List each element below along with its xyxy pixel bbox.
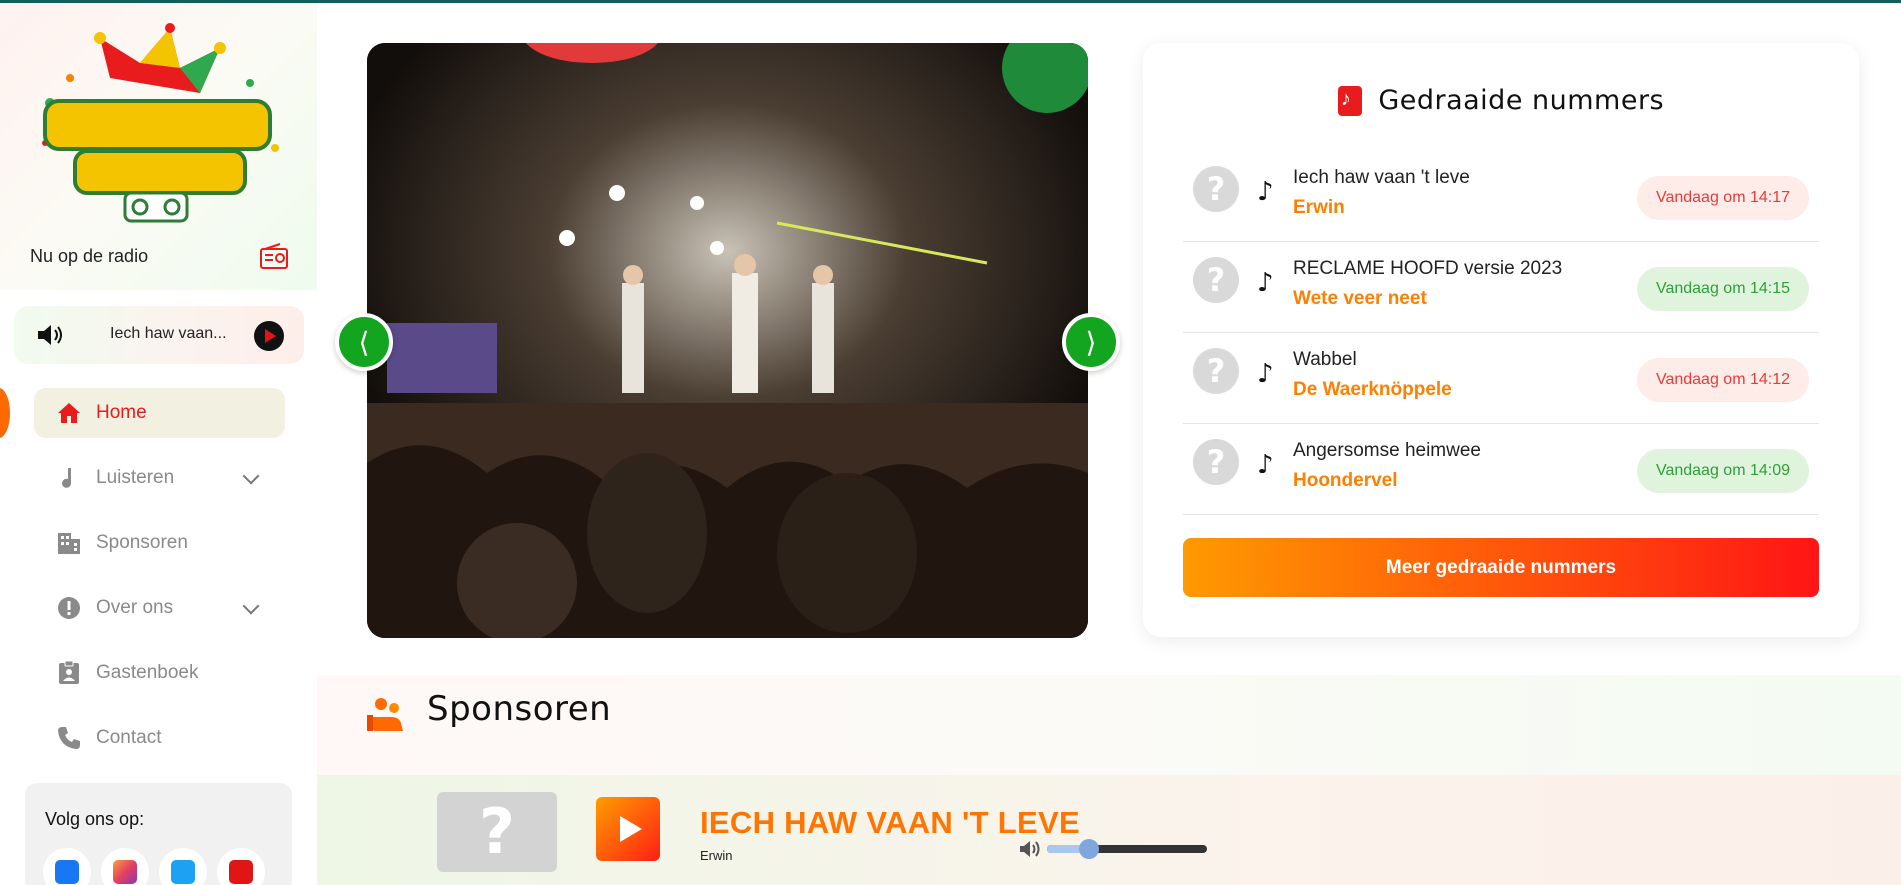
guestbook-icon xyxy=(59,660,79,684)
nav-item-label: Sponsoren xyxy=(96,532,188,553)
mini-player: Iech haw vaan... xyxy=(14,306,304,364)
chevron-down-icon[interactable] xyxy=(242,597,260,615)
music-note-icon: ♪ xyxy=(1257,359,1274,389)
mini-player-title: Iech haw vaan... xyxy=(110,325,227,342)
nav-item-over-ons[interactable]: Over ons xyxy=(34,583,285,633)
play-button[interactable] xyxy=(596,797,660,861)
sponsors-title: Sponsoren xyxy=(427,689,612,729)
music-note-icon: ♪ xyxy=(1257,268,1274,298)
speaker-icon[interactable] xyxy=(36,323,66,347)
slider-prev-button[interactable]: ⟨ xyxy=(335,313,393,371)
slider-next-button[interactable]: ⟩ xyxy=(1062,313,1120,371)
sponsors-section: Sponsoren xyxy=(317,675,1901,775)
played-tracks-title: Gedraaide nummers xyxy=(1378,85,1665,116)
phone-icon xyxy=(58,727,80,749)
radio-icon[interactable] xyxy=(260,243,288,269)
nav-item-home[interactable]: Home xyxy=(34,388,285,438)
carnavalradio-logo[interactable] xyxy=(30,23,285,223)
music-note-icon: ♪ xyxy=(1257,450,1274,480)
nav-item-label: Over ons xyxy=(96,597,174,618)
now-playing-title: IECH HAW VAAN 'T LEVE xyxy=(700,805,1080,840)
nav-item-contact[interactable]: Contact xyxy=(34,713,285,763)
volume-slider[interactable] xyxy=(1047,839,1207,859)
music-note-icon: ♪ xyxy=(1257,177,1274,207)
nav-item-sponsoren[interactable]: Sponsoren xyxy=(34,518,285,568)
volume-handle[interactable] xyxy=(1078,839,1099,859)
music-note-icon xyxy=(1337,85,1362,116)
track-artist: Hoondervel xyxy=(1293,470,1398,491)
track-time-badge: Vandaag om 14:15 xyxy=(1636,267,1809,311)
info-icon xyxy=(58,597,80,619)
youtube-icon xyxy=(229,860,253,884)
home-icon xyxy=(58,403,80,423)
audio-player-bar: ? IECH HAW VAAN 'T LEVE Erwin xyxy=(317,775,1901,885)
track-row[interactable]: ? ♪ Angersomse heimwee Hoondervel Vandaa… xyxy=(1183,424,1819,515)
unknown-cover-icon: ? xyxy=(1193,348,1239,394)
sidebar: Nu op de radio Iech haw vaan... Home Lui… xyxy=(0,3,317,885)
photo-slider xyxy=(367,43,1088,638)
chevron-left-icon: ⟨ xyxy=(358,326,370,358)
track-time-badge: Vandaag om 14:17 xyxy=(1636,176,1809,220)
track-artist: Erwin xyxy=(1293,197,1345,218)
youtube-link[interactable] xyxy=(217,848,265,885)
nav-item-gastenboek[interactable]: Gastenboek xyxy=(34,648,285,698)
track-time-badge: Vandaag om 14:12 xyxy=(1636,358,1809,402)
volume-icon[interactable] xyxy=(1018,839,1042,859)
track-row[interactable]: ? ♪ RECLAME HOOFD versie 2023 Wete veer … xyxy=(1183,242,1819,333)
twitter-icon xyxy=(171,860,195,884)
track-title: Iech haw vaan 't leve xyxy=(1293,167,1470,188)
track-row[interactable]: ? ♪ Wabbel De Waerknöppele Vandaag om 14… xyxy=(1183,333,1819,424)
more-played-tracks-button[interactable]: Meer gedraaide nummers xyxy=(1183,538,1819,597)
unknown-cover-icon: ? xyxy=(1193,439,1239,485)
track-title: Angersomse heimwee xyxy=(1293,440,1481,461)
track-time-badge: Vandaag om 14:09 xyxy=(1636,449,1809,493)
played-tracks-list: ? ♪ Iech haw vaan 't leve Erwin Vandaag … xyxy=(1183,151,1819,515)
nav-item-label: Luisteren xyxy=(96,467,175,488)
unknown-cover-icon: ? xyxy=(1193,166,1239,212)
social-links xyxy=(43,848,265,885)
played-tracks-card: Gedraaide nummers ? ♪ Iech haw vaan 't l… xyxy=(1143,43,1859,637)
track-row[interactable]: ? ♪ Iech haw vaan 't leve Erwin Vandaag … xyxy=(1183,151,1819,242)
instagram-icon xyxy=(113,860,137,884)
building-icon xyxy=(58,533,80,554)
instagram-link[interactable] xyxy=(101,848,149,885)
chevron-right-icon: ⟩ xyxy=(1085,326,1097,358)
chevron-down-icon[interactable] xyxy=(242,467,260,485)
nav-item-label: Home xyxy=(96,402,147,423)
sidebar-header: Nu op de radio xyxy=(0,3,317,290)
facebook-icon xyxy=(55,860,79,884)
played-tracks-header: Gedraaide nummers xyxy=(1143,85,1859,116)
handshake-icon xyxy=(367,698,403,731)
unknown-cover-icon: ? xyxy=(437,792,557,872)
follow-us-panel: Volg ons op: xyxy=(25,783,292,885)
main-nav: Home Luisteren Sponsoren Over ons Gasten… xyxy=(34,388,285,778)
track-artist: Wete veer neet xyxy=(1293,288,1427,309)
nav-item-luisteren[interactable]: Luisteren xyxy=(34,453,285,503)
nav-item-label: Gastenboek xyxy=(96,662,199,683)
follow-us-label: Volg ons op: xyxy=(45,809,145,829)
mini-play-button[interactable] xyxy=(254,321,284,351)
track-artist: De Waerknöppele xyxy=(1293,379,1452,400)
slide-photo-carnival-stage xyxy=(367,43,1088,638)
twitter-link[interactable] xyxy=(159,848,207,885)
track-title: RECLAME HOOFD versie 2023 xyxy=(1293,258,1563,279)
music-note-icon xyxy=(62,468,72,488)
unknown-cover-icon: ? xyxy=(1193,257,1239,303)
nav-item-label: Contact xyxy=(96,727,162,748)
facebook-link[interactable] xyxy=(43,848,91,885)
track-title: Wabbel xyxy=(1293,349,1357,370)
now-on-radio-label: Nu op de radio xyxy=(30,246,149,266)
main-content: ⟨ ⟩ Gedraaide nummers ? ♪ Iech haw vaan … xyxy=(317,3,1901,885)
now-playing-artist: Erwin xyxy=(700,848,733,863)
